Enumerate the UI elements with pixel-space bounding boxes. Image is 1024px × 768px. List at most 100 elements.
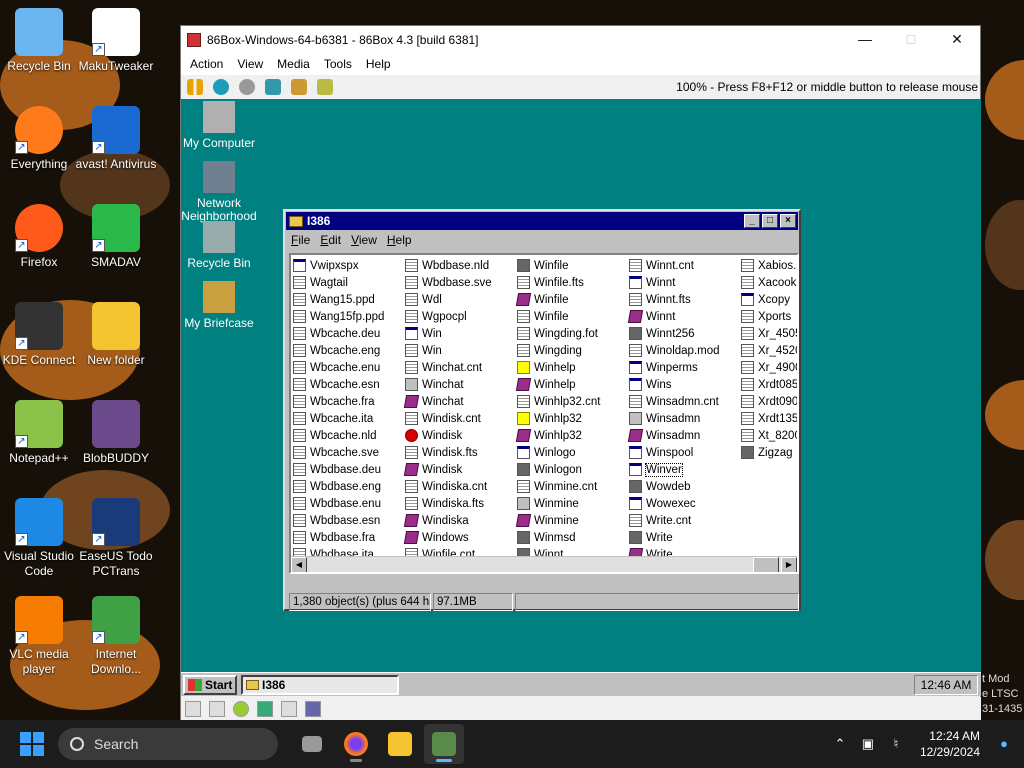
file-item[interactable]: Winspool xyxy=(629,444,720,461)
guest-desktop-icon[interactable]: My Computer xyxy=(181,101,259,150)
file-item[interactable]: Winchat xyxy=(403,393,492,410)
file-item[interactable]: Windisk xyxy=(403,461,492,478)
task-view-icon[interactable] xyxy=(292,724,332,764)
file-item[interactable]: Xcopy xyxy=(741,291,797,308)
scroll-thumb[interactable] xyxy=(753,557,779,572)
volume-muted-icon[interactable]: ♮ xyxy=(888,737,904,751)
file-item[interactable]: Winnt256 xyxy=(629,325,720,342)
explorer-minimize-button[interactable]: _ xyxy=(744,214,760,228)
desktop-shortcut[interactable]: ↗ MakuTweaker xyxy=(74,8,158,74)
file-item[interactable]: Winchat.cnt xyxy=(405,359,492,376)
network-icon[interactable] xyxy=(281,701,297,717)
file-item[interactable]: Wowdeb xyxy=(629,478,720,495)
file-item[interactable]: Winmsd xyxy=(517,529,600,546)
explorer-menu-item[interactable]: File xyxy=(286,233,315,247)
file-item[interactable]: Wingding.fot xyxy=(517,325,600,342)
file-item[interactable]: Winfile.fts xyxy=(517,274,600,291)
menu-tools[interactable]: Tools xyxy=(317,57,359,71)
file-item[interactable]: Xacook.l xyxy=(741,274,797,291)
file-item[interactable]: Xr_4520 xyxy=(741,342,797,359)
file-item[interactable]: Windiska.cnt xyxy=(405,478,492,495)
file-item[interactable]: Wbdbase.fra xyxy=(293,529,384,546)
explorer-titlebar[interactable]: I386 _ □ × xyxy=(286,212,798,230)
menu-view[interactable]: View xyxy=(230,57,270,71)
file-item[interactable]: Windisk.cnt xyxy=(405,410,492,427)
file-item[interactable]: Winsadmn.cnt xyxy=(629,393,720,410)
file-item[interactable]: Wbcache.enu xyxy=(293,359,384,376)
sound-icon[interactable] xyxy=(305,701,321,717)
guest-desktop-icon[interactable]: My Briefcase xyxy=(181,281,259,330)
desktop-shortcut[interactable]: ↗ Firefox xyxy=(0,204,81,270)
file-item[interactable]: Zigzag xyxy=(741,444,797,461)
explorer-close-button[interactable]: × xyxy=(780,214,796,228)
desktop-shortcut[interactable]: ↗ VLC media player xyxy=(0,596,81,677)
guest-desktop-icon[interactable]: Recycle Bin xyxy=(181,221,259,270)
scroll-right-icon[interactable]: ▶ xyxy=(781,557,797,572)
file-item[interactable]: Win xyxy=(405,342,492,359)
file-item[interactable]: Winfile xyxy=(517,257,600,274)
file-item[interactable]: Xrdt0901 xyxy=(741,393,797,410)
desktop-shortcut[interactable]: ↗ Internet Downlo... xyxy=(74,596,158,677)
desktop-shortcut[interactable]: ↗ KDE Connect xyxy=(0,302,81,368)
file-item[interactable]: Write.cnt xyxy=(629,512,720,529)
file-item[interactable]: Winsadmn xyxy=(627,427,720,444)
file-item[interactable]: Winnt.cnt xyxy=(629,257,720,274)
file-item[interactable]: Xr_4900 xyxy=(741,359,797,376)
86box-taskbar-icon[interactable] xyxy=(424,724,464,764)
network-icon[interactable]: ▣ xyxy=(860,737,876,751)
file-item[interactable]: Winlogo xyxy=(517,444,600,461)
desktop-shortcut[interactable]: BlobBUDDY xyxy=(74,400,158,466)
desktop-shortcut[interactable]: ↗ Notepad++ xyxy=(0,400,81,466)
hard-disk-icon[interactable] xyxy=(257,701,273,717)
minimize-button[interactable]: — xyxy=(842,26,888,53)
file-item[interactable]: Winfile xyxy=(517,308,600,325)
file-item[interactable]: Wins xyxy=(629,376,720,393)
file-item[interactable]: Winoldap.mod xyxy=(629,342,720,359)
desktop-shortcut[interactable]: ↗ SMADAV xyxy=(74,204,158,270)
explorer-menu-item[interactable]: View xyxy=(346,233,382,247)
menu-action[interactable]: Action xyxy=(183,57,230,71)
settings-icon[interactable] xyxy=(317,79,333,95)
file-item[interactable]: Wagtail xyxy=(293,274,384,291)
file-item[interactable]: Windisk xyxy=(405,427,492,444)
file-list[interactable]: Vwipxspx Wagtail Wang15.ppd Wang15fp.ppd Wbc… xyxy=(289,253,799,574)
floppy-b-icon[interactable] xyxy=(209,701,225,717)
file-item[interactable]: Wbdbase.esn xyxy=(293,512,384,529)
file-item[interactable]: Xports xyxy=(741,308,797,325)
file-item[interactable]: Winmine xyxy=(515,512,600,529)
file-item[interactable]: Wbcache.esn xyxy=(293,376,384,393)
explorer-menu-item[interactable]: Edit xyxy=(315,233,346,247)
file-item[interactable]: Winlogon xyxy=(517,461,600,478)
notification-bell-icon[interactable]: ● xyxy=(996,737,1012,751)
desktop-shortcut[interactable]: ↗ Visual Studio Code xyxy=(0,498,81,579)
file-item[interactable]: Wbcache.sve xyxy=(293,444,384,461)
file-item[interactable]: Winmine.cnt xyxy=(517,478,600,495)
file-explorer-icon[interactable] xyxy=(380,724,420,764)
file-item[interactable]: Wang15.ppd xyxy=(293,291,384,308)
search-box[interactable]: Search xyxy=(58,728,278,760)
file-item[interactable]: Wbdbase.nld xyxy=(405,257,492,274)
reset-icon[interactable] xyxy=(213,79,229,95)
chevron-up-icon[interactable]: ⌃ xyxy=(832,737,848,751)
floppy-icon[interactable] xyxy=(185,701,201,717)
file-item[interactable]: Xrdt1351 xyxy=(741,410,797,427)
file-item[interactable]: Winhlp32.cnt xyxy=(517,393,600,410)
file-item[interactable]: Xt_8200 xyxy=(741,427,797,444)
desktop-shortcut[interactable]: Recycle Bin xyxy=(0,8,81,74)
ctrl-alt-del-icon[interactable] xyxy=(265,79,281,95)
file-item[interactable]: Xr_4505 xyxy=(741,325,797,342)
pause-icon[interactable] xyxy=(187,79,203,95)
desktop-shortcut[interactable]: ↗ avast! Antivirus xyxy=(74,106,158,172)
file-item[interactable]: Wang15fp.ppd xyxy=(293,308,384,325)
emulator-window[interactable]: 86Box-Windows-64-b6381 - 86Box 4.3 [buil… xyxy=(180,25,981,721)
file-item[interactable]: Xrdt0851 xyxy=(741,376,797,393)
firefox-taskbar-icon[interactable] xyxy=(336,724,376,764)
file-item[interactable]: Winhlp32 xyxy=(515,427,600,444)
file-item[interactable]: Wbcache.fra xyxy=(293,393,384,410)
horizontal-scrollbar[interactable]: ◀ ▶ xyxy=(291,556,797,572)
file-item[interactable]: Winver xyxy=(629,461,720,478)
file-item[interactable]: Winhelp xyxy=(515,376,600,393)
guest-desktop-icon[interactable]: Network Neighborhood xyxy=(181,161,259,223)
close-button[interactable]: ✕ xyxy=(934,26,980,53)
file-item[interactable]: Xabios.b xyxy=(741,257,797,274)
